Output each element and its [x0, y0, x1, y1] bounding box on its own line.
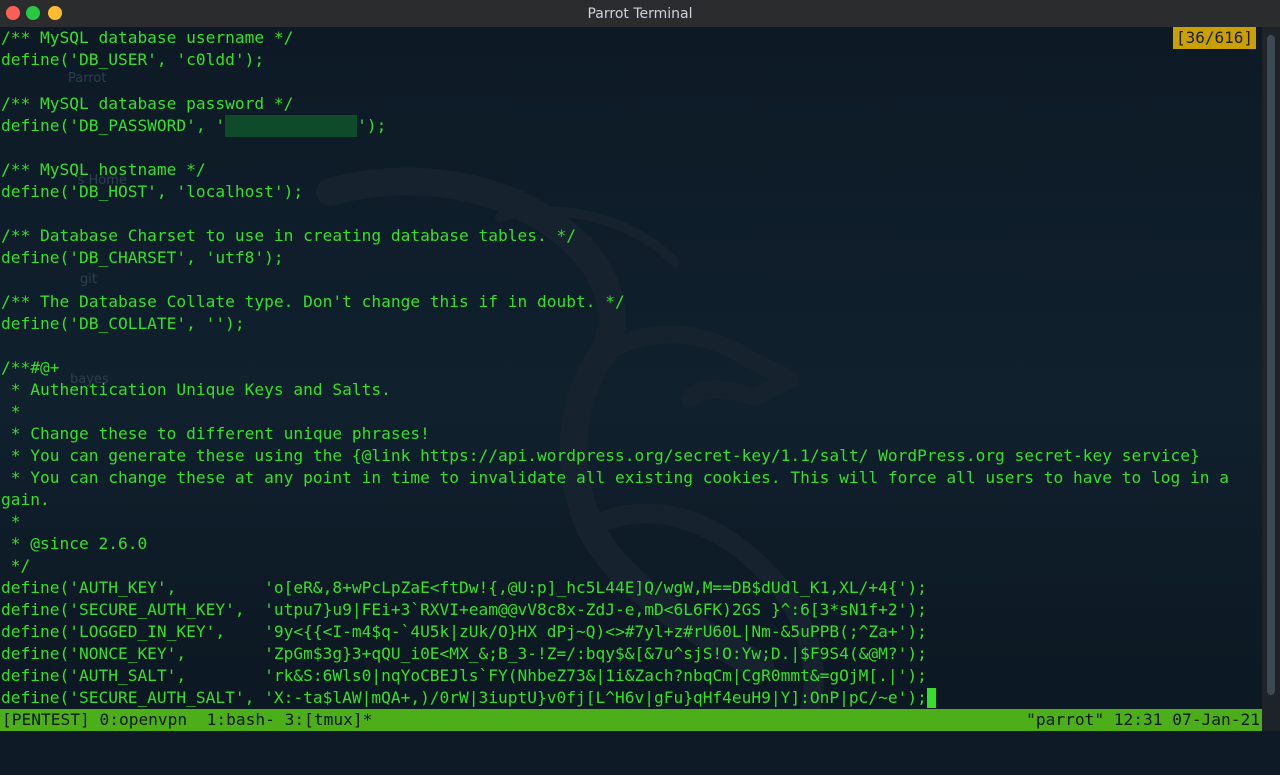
terminal-line: define('AUTH_SALT', 'rk&S:6Wls0|nqYoCBEJ… — [1, 666, 927, 685]
window-titlebar[interactable]: Parrot Terminal — [0, 0, 1280, 27]
terminal-line: /** The Database Collate type. Don't cha… — [1, 292, 625, 311]
terminal-line: gain. — [1, 490, 50, 509]
tmux-window-list[interactable]: [PENTEST] 0:openvpn 1:bash- 3:[tmux]* — [2, 709, 372, 731]
terminal-line: * Change these to different unique phras… — [1, 424, 430, 443]
terminal-line: define('SECURE_AUTH_KEY', 'utpu7}u9|FEi+… — [1, 600, 927, 619]
terminal-line: define('AUTH_KEY', 'o[eR&,8+wPcLpZaE<ftD… — [1, 578, 927, 597]
cursor-line: define('SECURE_AUTH_SALT', 'X:-ta$lAW|mQ… — [1, 687, 1229, 709]
terminal-line: define('DB_COLLATE', ''); — [1, 314, 245, 333]
tmux-host-clock: "parrot" 12:31 07-Jan-21 — [1026, 710, 1260, 729]
terminal-line: define('DB_CHARSET', 'utf8'); — [1, 248, 284, 267]
tmux-status-bar: [PENTEST] 0:openvpn 1:bash- 3:[tmux]* "p… — [0, 709, 1262, 731]
terminal-view[interactable]: Parrot 's Home git bayes /** MySQL datab… — [0, 27, 1262, 709]
terminal-line: define('DB_HOST', 'localhost'); — [1, 182, 304, 201]
minimize-button[interactable] — [48, 6, 62, 20]
redacted-password — [225, 115, 358, 137]
password-line: define('DB_PASSWORD', ' '); — [1, 115, 1229, 137]
terminal-line: /** MySQL database password */ — [1, 94, 294, 113]
terminal-line: /**#@+ — [1, 358, 60, 377]
terminal-line: * — [1, 512, 21, 531]
terminal-line-text: define('SECURE_AUTH_SALT', 'X:-ta$lAW|mQ… — [1, 688, 927, 707]
terminal-line: define('LOGGED_IN_KEY', '9y<{{<I-m4$q-`4… — [1, 622, 927, 641]
terminal-line: /** MySQL database username */ — [1, 28, 294, 47]
terminal-line: * Authentication Unique Keys and Salts. — [1, 380, 391, 399]
scrollbar-thumb[interactable] — [1267, 35, 1275, 695]
terminal-line: * — [1, 402, 21, 421]
text-cursor — [926, 688, 936, 708]
terminal-output: /** MySQL database username */ define('D… — [1, 27, 1229, 709]
terminal-line: define('NONCE_KEY', 'ZpGm$3g}3+qQU_i0E<M… — [1, 644, 927, 663]
terminal-line: define('DB_USER', 'c0ldd'); — [1, 50, 265, 69]
zoom-button[interactable] — [26, 6, 40, 20]
terminal-line: /** MySQL hostname */ — [1, 160, 206, 179]
scrollbar[interactable] — [1262, 27, 1280, 709]
password-line-prefix: define('DB_PASSWORD', ' — [1, 116, 226, 135]
scrollbar-corner — [1262, 709, 1280, 731]
close-button[interactable] — [6, 6, 20, 20]
terminal-line: /** Database Charset to use in creating … — [1, 226, 576, 245]
line-position-indicator: [36/616] — [1172, 27, 1256, 49]
terminal-line: * You can change these at any point in t… — [1, 468, 1229, 487]
terminal-line: * @since 2.6.0 — [1, 534, 148, 553]
password-line-suffix: '); — [357, 116, 387, 135]
terminal-line: * You can generate these using the {@lin… — [1, 446, 1200, 465]
window-title: Parrot Terminal — [587, 5, 693, 22]
terminal-line: */ — [1, 556, 31, 575]
